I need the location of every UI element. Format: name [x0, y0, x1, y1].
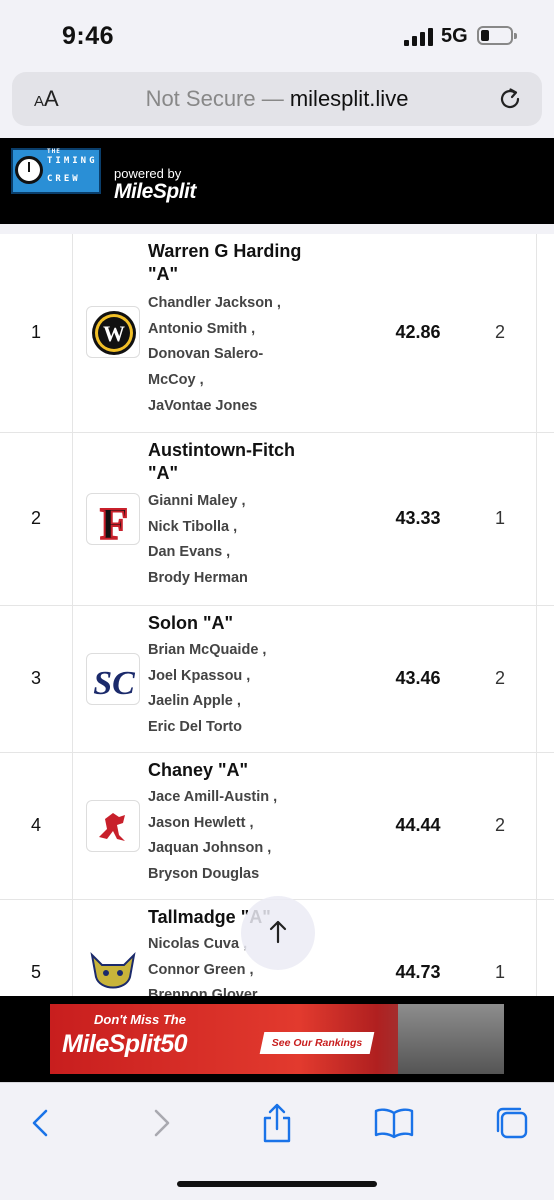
cellular-signal-icon	[404, 28, 434, 46]
relay-time: 44.44	[395, 815, 441, 835]
url-field[interactable]: Not Secure — milesplit.live	[12, 86, 542, 112]
heat-number: 1	[494, 508, 505, 528]
url-host: milesplit.live	[289, 86, 409, 111]
ad-title: MileSplit50	[62, 1030, 188, 1058]
place: 4	[30, 815, 41, 835]
solon-logo: SC	[86, 653, 140, 705]
svg-text:F: F	[100, 498, 128, 545]
ad-tagline: Don't Miss The	[94, 1012, 186, 1027]
status-bar: 9:46 5G	[0, 0, 554, 64]
back-icon[interactable]	[20, 1101, 64, 1145]
relay-time: 42.86	[395, 322, 441, 342]
status-time: 9:46	[62, 22, 115, 50]
address-bar[interactable]: AA Not Secure — milesplit.live	[12, 72, 542, 126]
heat-number: 2	[494, 668, 505, 688]
share-icon[interactable]	[255, 1101, 299, 1145]
heat-number: 1	[494, 962, 505, 982]
site-header: THE TIMING CREW	[0, 138, 554, 224]
chaney-logo	[86, 800, 140, 852]
team-name[interactable]: Warren G Harding "A"	[148, 240, 328, 286]
home-indicator	[177, 1181, 377, 1187]
svg-text:SC: SC	[93, 665, 135, 702]
austintown-fitch-logo: F	[86, 493, 140, 545]
athlete-list: Jace Amill-Austin , Jason Hewlett , Jaquan…	[148, 789, 278, 883]
results-table: 1 W Warren G Harding "A" Chandler Jackso…	[0, 234, 554, 996]
forward-icon[interactable]	[138, 1101, 182, 1145]
relay-time: 43.33	[395, 508, 441, 528]
stopwatch-icon	[15, 156, 43, 184]
heat-number: 2	[494, 322, 505, 342]
reload-icon[interactable]	[496, 85, 524, 113]
battery-icon	[477, 26, 517, 45]
heat-number: 2	[494, 815, 505, 835]
athlete-list: Brian McQuaide , Joel Kpassou , Jaelin App…	[148, 642, 267, 736]
timing-crew-logo[interactable]: THE TIMING CREW	[11, 148, 101, 194]
milesplit50-ad-banner[interactable]: Don't Miss The MileSplit50 See Our Ranki…	[50, 1004, 504, 1074]
athlete-list: Gianni Maley , Nick Tibolla , Dan Evans ,B…	[148, 493, 248, 587]
place: 3	[30, 668, 41, 688]
powered-by-text: powered by	[114, 166, 182, 181]
arrow-up-icon	[269, 920, 287, 944]
runner-photo	[398, 1004, 504, 1074]
table-row[interactable]: 2 F Austintown-Fitch "A" Gianni Maley ,N…	[0, 433, 554, 606]
relay-time: 43.46	[395, 668, 441, 688]
team-name[interactable]: Chaney "A"	[148, 759, 328, 782]
athlete-list: Chandler Jackson , Antonio Smith , Donovan…	[148, 295, 281, 414]
url-security-label: Not Secure —	[145, 86, 290, 111]
svg-text:W: W	[103, 321, 125, 346]
tabs-icon[interactable]	[490, 1101, 534, 1145]
milesplit-logo[interactable]: MileSplit	[114, 180, 196, 204]
table-row[interactable]: 3 SC Solon "A" Brian McQuaide , Joel Kpas…	[0, 606, 554, 753]
team-name[interactable]: Solon "A"	[148, 612, 328, 635]
place: 5	[30, 962, 41, 982]
place: 1	[30, 322, 41, 342]
scroll-to-top-button[interactable]	[241, 896, 315, 970]
relay-time: 44.73	[395, 962, 441, 982]
bookmarks-icon[interactable]	[372, 1101, 416, 1145]
team-name[interactable]: Austintown-Fitch "A"	[148, 439, 328, 485]
see-rankings-button[interactable]: See Our Rankings	[259, 1032, 375, 1054]
network-type: 5G	[441, 25, 468, 47]
table-row[interactable]: 4 Chaney "A" Jace Amill-Austin , Jason He…	[0, 753, 554, 900]
table-row[interactable]: 1 W Warren G Harding "A" Chandler Jackso…	[0, 234, 554, 433]
place: 2	[30, 508, 41, 528]
tallmadge-logo	[86, 947, 140, 996]
warren-harding-logo: W	[86, 306, 140, 358]
